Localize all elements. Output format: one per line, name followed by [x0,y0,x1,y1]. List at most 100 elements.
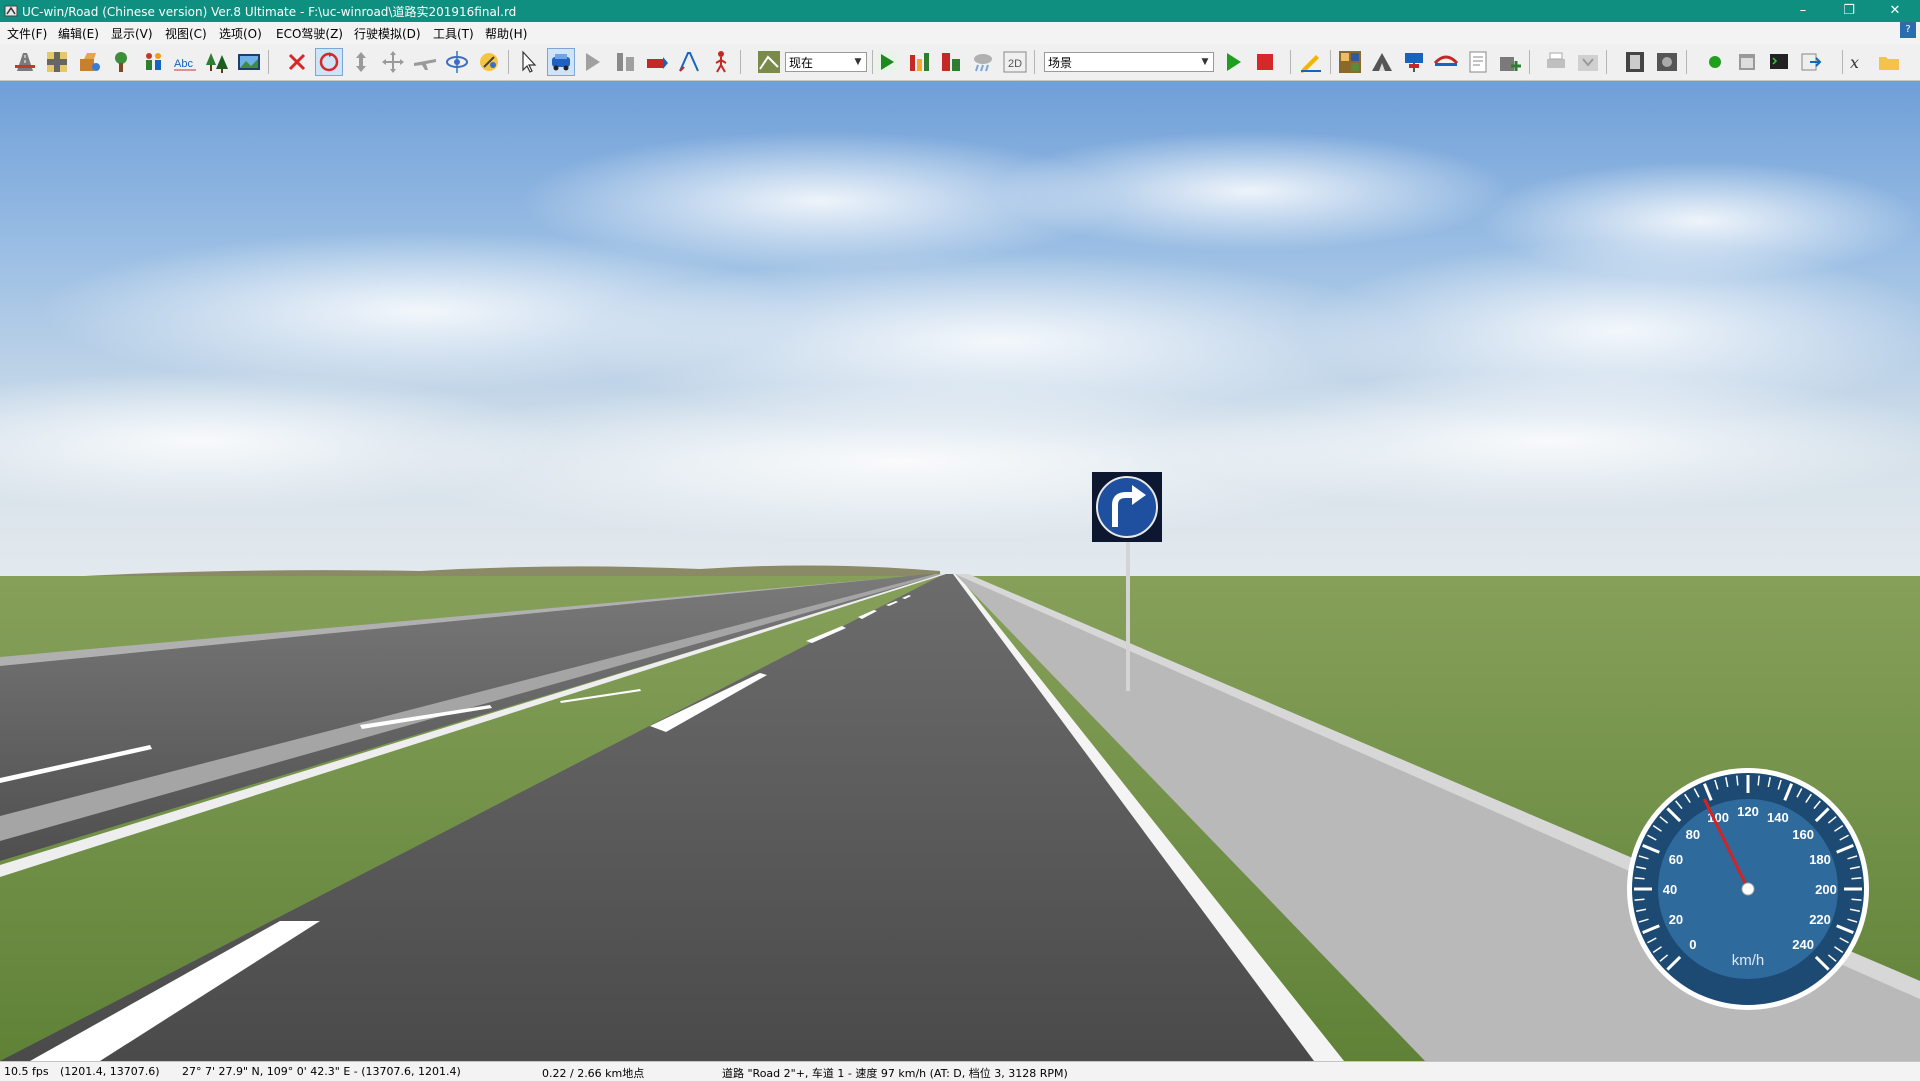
menu-edit[interactable]: 编辑(E) [58,25,99,42]
chevron-down-icon: ▼ [850,53,866,71]
document-icon[interactable] [1465,49,1491,75]
green-status-icon[interactable] [1702,49,1728,75]
speedometer-label-0: 0 [1689,937,1696,952]
road-plan-icon[interactable] [12,49,38,75]
select-pointer-icon[interactable] [516,49,542,75]
console-icon[interactable] [1766,49,1792,75]
pedestrian-icon[interactable] [708,49,734,75]
tunnel-icon[interactable] [1369,49,1395,75]
speedometer: 020406080100 120 140160180200220240 km/h [1627,768,1869,1010]
camera-icon[interactable] [1654,49,1680,75]
distance-readout: 0.22 / 2.66 km地点 [542,1067,645,1080]
3d-viewport[interactable]: 0 20 40 60 80 100 120 140 160 180 200 220 240 km/h [0,81,1920,1061]
screenshot-icon[interactable] [236,49,262,75]
plugin-arrow-icon[interactable] [1798,49,1824,75]
speedometer-label-60: 60 [1669,852,1683,867]
speedometer-label-240: 240 [1792,937,1814,952]
scenario-combo-value: 场景 [1048,56,1073,70]
menu-options[interactable]: 选项(O) [219,25,262,42]
play-route-icon[interactable] [580,49,606,75]
start-chart-icon[interactable] [874,49,900,75]
speedometer-tick [1851,898,1862,901]
speedometer-tick [1757,775,1760,786]
tree-model-icon[interactable] [108,49,134,75]
time-of-day-icon[interactable] [756,49,782,75]
driving-mode-icon[interactable] [547,48,575,76]
speedometer-tick [1634,898,1645,901]
time-combo[interactable]: 现在 ▼ [785,52,867,72]
scene-canvas[interactable]: 020406080100 120 140160180200220240 km/h [0,81,1920,1061]
menu-view[interactable]: 视图(C) [165,25,207,42]
speedometer-tick [1634,877,1645,880]
fly-mode-icon[interactable] [412,49,438,75]
add-building-icon[interactable] [1497,49,1523,75]
traffic-icon[interactable] [612,49,638,75]
minimize-button[interactable]: – [1780,0,1826,22]
close-button[interactable]: ✕ [1872,0,1918,22]
menu-file[interactable]: 文件(F) [7,25,47,42]
2d-view-icon[interactable]: 2D [1002,49,1028,75]
terrain-map-icon[interactable] [1337,49,1363,75]
character-icon[interactable] [140,49,166,75]
needle-hub [1741,882,1755,896]
rotate-view-icon[interactable] [315,48,343,76]
script-icon[interactable]: x [1844,49,1870,75]
2d-view-label: 2D [1008,58,1022,70]
text-label-icon[interactable]: Abc [172,49,198,75]
film-icon[interactable] [1622,49,1648,75]
title-bar: UC-win/Road (Chinese version) Ver.8 Ulti… [0,0,1920,22]
speedometer-label-160: 160 [1792,827,1814,842]
menu-eco-driving[interactable]: ECO驾驶(Z) [276,25,343,42]
road-sign-icon[interactable] [1401,49,1427,75]
model-import-icon[interactable] [76,49,102,75]
help-pin-icon[interactable]: ? [1900,22,1916,38]
pan-icon[interactable] [380,49,406,75]
speedometer-label-180: 180 [1809,852,1831,867]
road-info-readout: 道路 "Road 2"+, 车道 1 - 速度 97 km/h (AT: D, … [722,1067,1068,1080]
speedometer-label-20: 20 [1669,912,1683,927]
speedometer-label-40: 40 [1663,882,1677,897]
folder-icon[interactable] [1876,49,1902,75]
weather-icon[interactable] [970,49,996,75]
forest-icon[interactable] [204,49,230,75]
walk-mode-icon[interactable] [476,49,502,75]
red-stats-icon[interactable] [938,49,964,75]
speedometer-tick [1851,877,1862,880]
app-icon [4,5,18,17]
menu-display[interactable]: 显示(V) [111,25,153,42]
speed-unit-label: km/h [1732,952,1765,969]
play-scenario-button[interactable] [1220,49,1246,75]
orbit-icon[interactable] [444,49,470,75]
window-icon[interactable] [1734,49,1760,75]
print-icon[interactable] [1543,49,1569,75]
bridge-icon[interactable] [1433,49,1459,75]
speedometer-label-120: 120 [1737,804,1759,819]
time-combo-value: 现在 [789,56,814,70]
window-title: UC-win/Road (Chinese version) Ver.8 Ulti… [22,5,517,19]
menu-tools[interactable]: 工具(T) [433,25,474,42]
intersection-icon[interactable] [44,49,70,75]
speedometer-tick [1736,775,1739,786]
move-up-down-icon[interactable] [348,49,374,75]
measure-icon[interactable] [676,49,702,75]
scenario-combo[interactable]: 场景 ▼ [1044,52,1214,72]
geo-readout: 27° 7' 27.9" N, 109° 0' 42.3" E - (13707… [182,1065,461,1078]
speedometer-label-140: 140 [1767,810,1789,825]
xy-readout: (1201.4, 13707.6) [60,1065,160,1078]
menu-help[interactable]: 帮助(H) [485,25,527,42]
menu-drive-simulation[interactable]: 行驶模拟(D) [354,25,421,42]
stop-scenario-button[interactable] [1252,49,1278,75]
restore-button[interactable]: ❐ [1826,0,1872,22]
edit-pen-icon[interactable] [1298,49,1324,75]
status-bar: 10.5 fps (1201.4, 13707.6) 27° 7' 27.9" … [0,1061,1920,1081]
route-flag-icon[interactable] [644,49,670,75]
chevron-down-icon: ▼ [1197,53,1213,71]
delete-tool-icon[interactable] [284,49,310,75]
speedometer-label-220: 220 [1809,912,1831,927]
speedometer-label-80: 80 [1686,827,1700,842]
export-icon[interactable] [1575,49,1601,75]
svg-text:Abc: Abc [174,58,193,70]
fps-readout: 10.5 fps [4,1065,49,1078]
bar-stats-icon[interactable] [906,49,932,75]
svg-text:x: x [1850,53,1859,72]
